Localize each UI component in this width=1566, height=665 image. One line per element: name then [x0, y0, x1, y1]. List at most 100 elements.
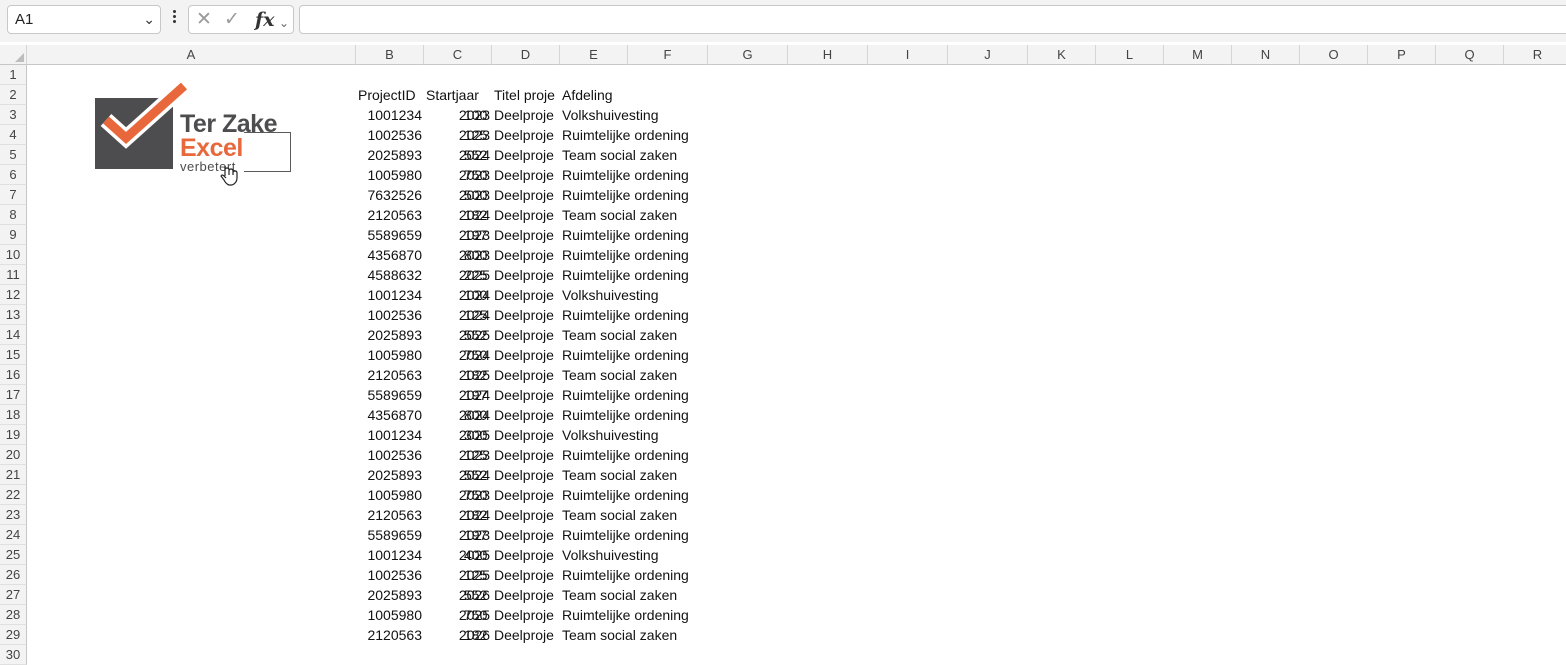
cell-titel[interactable]: Deelproje [492, 525, 560, 545]
cell-titel[interactable]: Deelproje [492, 105, 560, 125]
cell-afdeling[interactable]: Volkshuivesting [560, 285, 659, 305]
row-header-23[interactable]: 23 [0, 505, 27, 525]
cell-projectid[interactable]: 1002536 [356, 125, 424, 145]
cell-value-clipped[interactable]: 400 [462, 545, 492, 565]
column-header-a[interactable]: A [27, 45, 356, 65]
cell-value-clipped[interactable]: 182 [462, 205, 492, 225]
cell-value-clipped[interactable]: 197 [462, 525, 492, 545]
cell-titel[interactable]: Deelproje [492, 405, 560, 425]
column-header-g[interactable]: G [708, 45, 788, 65]
cell-projectid[interactable]: 1002536 [356, 565, 424, 585]
cell-value-clipped[interactable]: 182 [462, 625, 492, 645]
enter-icon[interactable]: ✓ [224, 8, 240, 32]
cell-afdeling[interactable]: Ruimtelijke ordening [560, 445, 689, 465]
cell-value-clipped[interactable]: 552 [462, 465, 492, 485]
cell-projectid[interactable]: 1001234 [356, 105, 424, 125]
cell-projectid[interactable]: 1001234 [356, 285, 424, 305]
row-header-10[interactable]: 10 [0, 245, 27, 265]
cell-value-clipped[interactable]: 100 [462, 285, 492, 305]
cell-titel[interactable]: Deelproje [492, 125, 560, 145]
cell-titel[interactable]: Deelproje [492, 365, 560, 385]
cell-value-clipped[interactable]: 750 [462, 605, 492, 625]
cell-afdeling[interactable]: Ruimtelijke ordening [560, 605, 689, 625]
column-header-f[interactable]: F [628, 45, 708, 65]
cell-afdeling[interactable]: Ruimtelijke ordening [560, 525, 689, 545]
cell-projectid[interactable]: 4588632 [356, 265, 424, 285]
cell-value-clipped[interactable]: 750 [462, 485, 492, 505]
row-header-19[interactable]: 19 [0, 425, 27, 445]
cell-titel[interactable]: Deelproje [492, 425, 560, 445]
row-header-5[interactable]: 5 [0, 145, 27, 165]
cell-titel[interactable]: Deelproje [492, 325, 560, 345]
cell-value-clipped[interactable]: 100 [462, 105, 492, 125]
row-header-16[interactable]: 16 [0, 365, 27, 385]
name-box[interactable]: A1 ⌄ [7, 5, 161, 34]
cell-projectid[interactable]: 2120563 [356, 365, 424, 385]
cell-afdeling[interactable]: Ruimtelijke ordening [560, 565, 689, 585]
cell-value-clipped[interactable]: 225 [462, 265, 492, 285]
cell-projectid[interactable]: 5589659 [356, 225, 424, 245]
cell-projectid[interactable]: 1005980 [356, 345, 424, 365]
column-header-q[interactable]: Q [1436, 45, 1504, 65]
cell-titel[interactable]: Deelproje [492, 185, 560, 205]
cell-projectid[interactable]: 1002536 [356, 445, 424, 465]
cell-projectid[interactable]: 2025893 [356, 145, 424, 165]
row-header-1[interactable]: 1 [0, 65, 27, 85]
row-header-20[interactable]: 20 [0, 445, 27, 465]
row-header-2[interactable]: 2 [0, 85, 27, 105]
cell-afdeling[interactable]: Volkshuivesting [560, 105, 659, 125]
cell-projectid[interactable]: 1005980 [356, 165, 424, 185]
cell-afdeling[interactable]: Team social zaken [560, 145, 677, 165]
chevron-down-icon[interactable]: ⌄ [143, 6, 155, 33]
row-header-22[interactable]: 22 [0, 485, 27, 505]
row-header-8[interactable]: 8 [0, 205, 27, 225]
cell-afdeling[interactable]: Team social zaken [560, 465, 677, 485]
column-header-p[interactable]: P [1368, 45, 1436, 65]
column-header-l[interactable]: L [1096, 45, 1164, 65]
column-header-m[interactable]: M [1164, 45, 1232, 65]
cell-value-clipped[interactable]: 197 [462, 385, 492, 405]
cell-afdeling[interactable]: Ruimtelijke ordening [560, 345, 689, 365]
column-header-i[interactable]: I [868, 45, 948, 65]
row-header-27[interactable]: 27 [0, 585, 27, 605]
cell-afdeling[interactable]: Ruimtelijke ordening [560, 185, 689, 205]
cell-projectid[interactable]: 1005980 [356, 485, 424, 505]
row-header-17[interactable]: 17 [0, 385, 27, 405]
cell-value-clipped[interactable]: 552 [462, 585, 492, 605]
cell-value-clipped[interactable]: 197 [462, 225, 492, 245]
column-header-k[interactable]: K [1028, 45, 1096, 65]
cell-titel[interactable]: Deelproje [492, 265, 560, 285]
header-cell[interactable]: Startjaar [424, 85, 492, 105]
cell-value-clipped[interactable]: 750 [462, 165, 492, 185]
column-header-e[interactable]: E [560, 45, 628, 65]
cell-afdeling[interactable]: Ruimtelijke ordening [560, 225, 689, 245]
column-header-j[interactable]: J [948, 45, 1028, 65]
cell-value-clipped[interactable]: 552 [462, 325, 492, 345]
row-header-26[interactable]: 26 [0, 565, 27, 585]
row-header-28[interactable]: 28 [0, 605, 27, 625]
column-header-c[interactable]: C [424, 45, 492, 65]
column-header-r[interactable]: R [1504, 45, 1566, 65]
cell-projectid[interactable]: 2025893 [356, 465, 424, 485]
cell-afdeling[interactable]: Team social zaken [560, 625, 677, 645]
header-cell[interactable]: ProjectID [356, 85, 424, 105]
cell-projectid[interactable]: 5589659 [356, 385, 424, 405]
cell-afdeling[interactable]: Ruimtelijke ordening [560, 305, 689, 325]
row-header-7[interactable]: 7 [0, 185, 27, 205]
cell-titel[interactable]: Deelproje [492, 625, 560, 645]
row-header-25[interactable]: 25 [0, 545, 27, 565]
cell-titel[interactable]: Deelproje [492, 585, 560, 605]
cell-titel[interactable]: Deelproje [492, 345, 560, 365]
row-header-9[interactable]: 9 [0, 225, 27, 245]
cell-titel[interactable]: Deelproje [492, 505, 560, 525]
cell-afdeling[interactable]: Team social zaken [560, 585, 677, 605]
chevron-down-icon[interactable]: ⌄ [279, 11, 289, 35]
column-header-o[interactable]: O [1300, 45, 1368, 65]
cell-projectid[interactable]: 2120563 [356, 205, 424, 225]
cell-value-clipped[interactable]: 552 [462, 145, 492, 165]
row-header-29[interactable]: 29 [0, 625, 27, 645]
cell-value-clipped[interactable]: 500 [462, 185, 492, 205]
cell-projectid[interactable]: 4356870 [356, 405, 424, 425]
cell-afdeling[interactable]: Team social zaken [560, 365, 677, 385]
cell-value-clipped[interactable]: 125 [462, 305, 492, 325]
